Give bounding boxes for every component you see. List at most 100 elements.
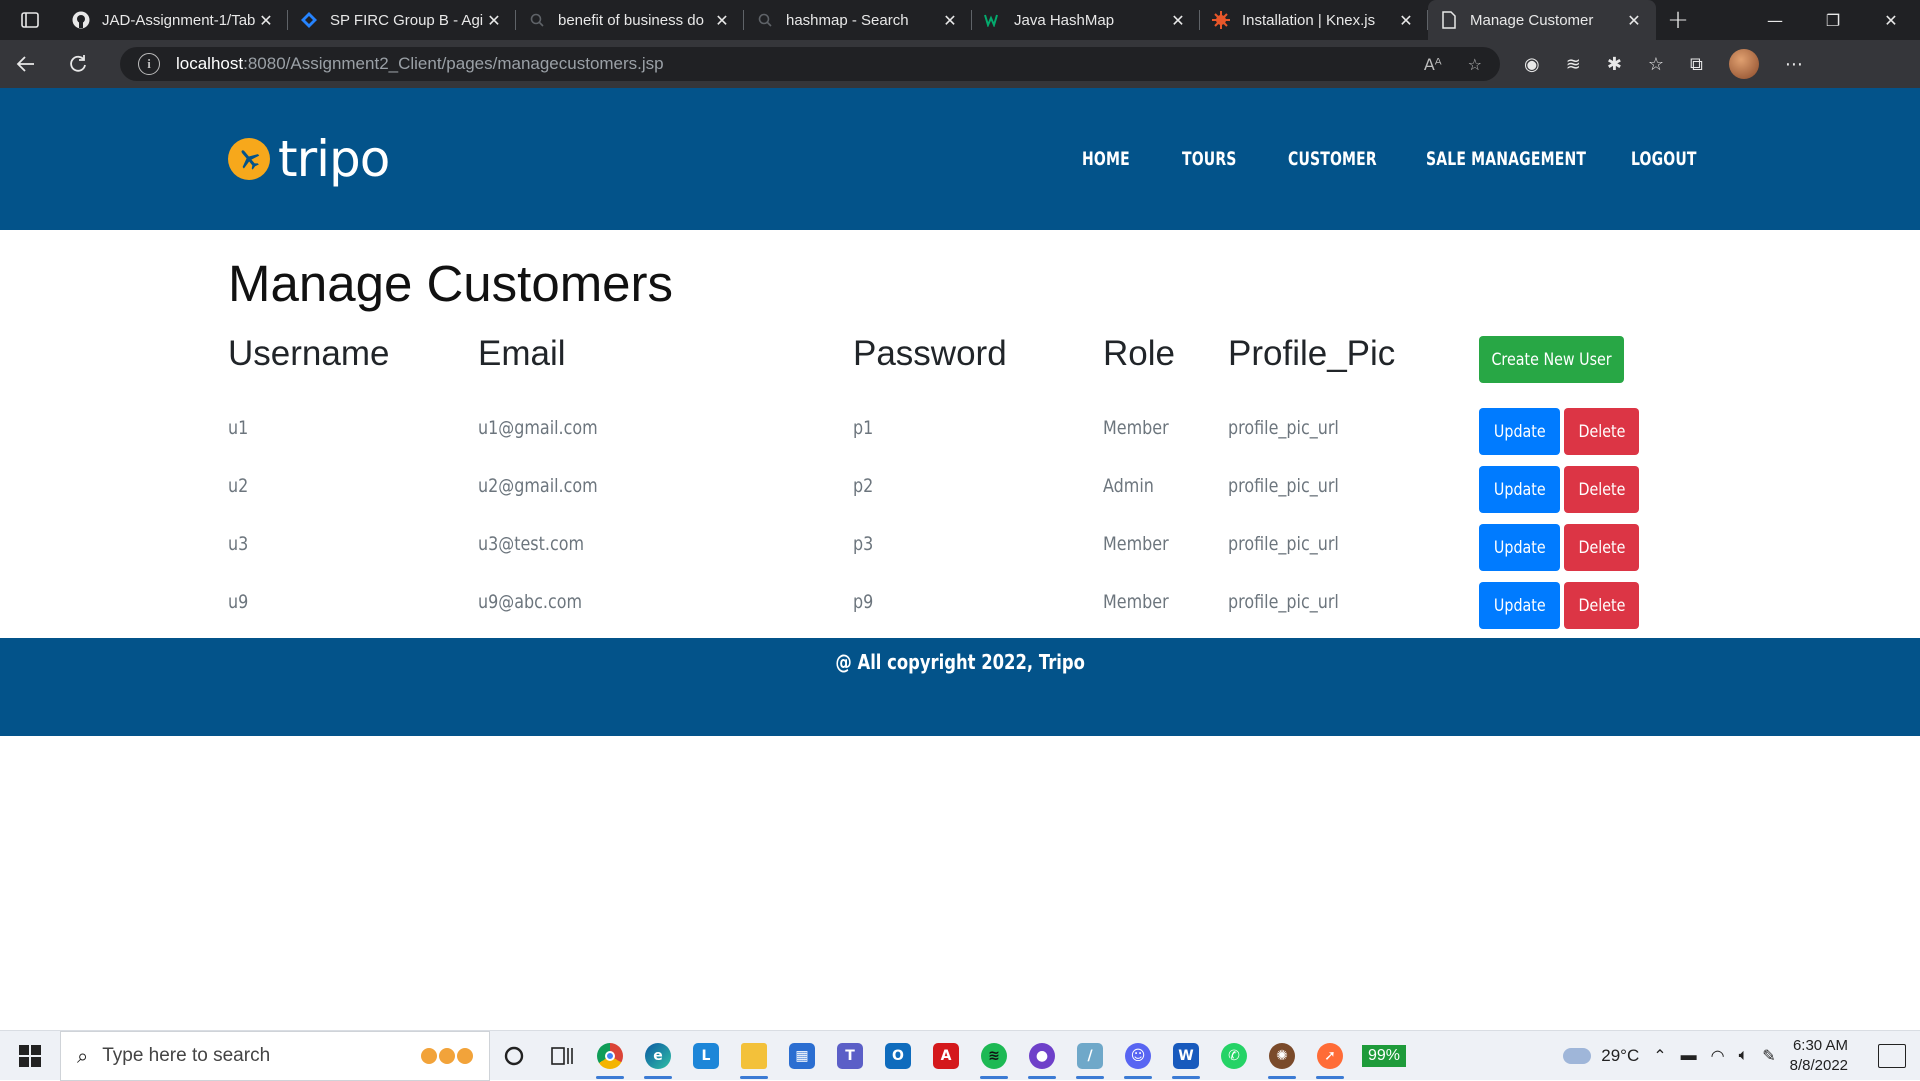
update-button[interactable]: Update [1479, 466, 1560, 513]
edge-icon[interactable]: e [634, 1031, 682, 1081]
windows-start-icon[interactable] [0, 1031, 60, 1081]
site-info-icon[interactable]: i [138, 53, 160, 75]
update-button[interactable]: Update [1479, 582, 1560, 629]
database-icon[interactable]: ≋ [1566, 54, 1581, 75]
update-button[interactable]: Update [1479, 408, 1560, 455]
url-path: :8080/Assignment2_Client/pages/managecus… [243, 54, 664, 73]
cloud-icon [1563, 1047, 1592, 1064]
system-tray: 29°C ⌃ ▬ ◠ 🔈︎ ✎ 6:30 AM 8/8/2022 [1563, 1036, 1920, 1076]
delete-button[interactable]: Delete [1564, 582, 1639, 629]
cell-role: Member [1103, 591, 1169, 613]
window-close-icon[interactable]: ✕ [1862, 0, 1920, 40]
delete-button[interactable]: Delete [1564, 524, 1639, 571]
extensions-icon[interactable]: ✱ [1607, 54, 1622, 75]
browser-tab[interactable]: Java HashMap ✕ [972, 0, 1200, 40]
close-icon[interactable]: ✕ [1624, 10, 1644, 30]
tab-title: hashmap - Search [786, 11, 909, 29]
close-icon[interactable]: ✕ [940, 10, 960, 30]
page-icon [1440, 11, 1458, 29]
outlook-icon[interactable]: O [874, 1031, 922, 1081]
browser-tab[interactable]: benefit of business do ✕ [516, 0, 744, 40]
more-menu-icon[interactable]: ⋯ [1785, 54, 1803, 75]
update-button[interactable]: Update [1479, 524, 1560, 571]
address-bar[interactable]: i localhost:8080/Assignment2_Client/page… [120, 47, 1500, 81]
cell-password: p3 [853, 533, 874, 555]
microsoft-store-icon[interactable]: ▦ [778, 1031, 826, 1081]
profile-avatar[interactable] [1728, 49, 1759, 79]
task-view-icon[interactable] [538, 1031, 586, 1081]
window-controls: — ❐ ✕ [1746, 0, 1920, 40]
close-icon[interactable]: ✕ [1396, 10, 1416, 30]
jira-icon [300, 11, 318, 29]
battery-icon[interactable]: ▬ [1681, 1047, 1697, 1065]
page-title: Manage Customers [228, 255, 674, 312]
search-placeholder: Type here to search [102, 1044, 271, 1066]
weather-widget[interactable]: 29°C [1563, 1046, 1639, 1066]
read-aloud-icon[interactable]: Aᴬ [1424, 55, 1442, 74]
bing-search-icon [756, 11, 774, 29]
update-label: Update [1493, 537, 1546, 558]
clock[interactable]: 6:30 AM 8/8/2022 [1790, 1036, 1848, 1076]
refresh-icon[interactable] [52, 40, 104, 88]
delete-label: Delete [1578, 421, 1625, 442]
browser-tab[interactable]: SP FIRC Group B - Agi ✕ [288, 0, 516, 40]
close-icon[interactable]: ✕ [484, 10, 504, 30]
browser-tab-bar: JAD-Assignment-1/Tab ✕ SP FIRC Group B -… [0, 0, 1920, 40]
restore-icon[interactable]: ❐ [1804, 0, 1862, 40]
nav-customer[interactable]: CUSTOMER [1288, 148, 1377, 170]
github-desktop-icon[interactable]: ● [1018, 1031, 1066, 1081]
nav-tours[interactable]: TOURS [1182, 148, 1237, 170]
nav-logout[interactable]: LOGOUT [1631, 148, 1697, 170]
delete-label: Delete [1578, 537, 1625, 558]
minimize-icon[interactable]: — [1746, 0, 1804, 40]
browser-tab[interactable]: Installation | Knex.js ✕ [1200, 0, 1428, 40]
column-header-username: Username [228, 334, 390, 373]
cell-role: Member [1103, 533, 1169, 555]
close-icon[interactable]: ✕ [712, 10, 732, 30]
cell-role: Member [1103, 417, 1169, 439]
cortana-icon[interactable] [490, 1031, 538, 1081]
acrobat-icon[interactable]: A [922, 1031, 970, 1081]
delete-button[interactable]: Delete [1564, 466, 1639, 513]
nav-home[interactable]: HOME [1082, 148, 1130, 170]
cell-profile-pic: profile_pic_url [1228, 533, 1339, 555]
extension-globe-icon[interactable]: ◉ [1524, 54, 1540, 75]
file-explorer-icon[interactable] [730, 1031, 778, 1081]
add-favorite-icon[interactable]: ☆ [1468, 55, 1482, 74]
notepad-icon[interactable]: / [1066, 1031, 1114, 1081]
collections-icon[interactable]: ⧉ [1690, 54, 1703, 75]
teams-icon[interactable]: T [826, 1031, 874, 1081]
whatsapp-icon[interactable]: ✆ [1210, 1031, 1258, 1081]
delete-button[interactable]: Delete [1564, 408, 1639, 455]
volume-icon[interactable]: 🔈︎ [1739, 1047, 1749, 1065]
cell-profile-pic: profile_pic_url [1228, 475, 1339, 497]
discord-icon[interactable]: ☺ [1114, 1031, 1162, 1081]
browser-tab[interactable]: JAD-Assignment-1/Tab ✕ [60, 0, 288, 40]
postman-icon[interactable]: ➚ [1306, 1031, 1354, 1081]
browser-tab-active[interactable]: Manage Customer ✕ [1428, 0, 1656, 40]
chrome-icon[interactable] [586, 1031, 634, 1081]
close-icon[interactable]: ✕ [1168, 10, 1188, 30]
favorites-icon[interactable]: ☆ [1648, 54, 1664, 75]
browser-extension-icon[interactable]: ✺ [1258, 1031, 1306, 1081]
notification-center-icon[interactable] [1878, 1043, 1906, 1068]
nav-sale-management[interactable]: SALE MANAGEMENT [1426, 148, 1586, 170]
close-icon[interactable]: ✕ [256, 10, 276, 30]
cell-email: u1@gmail.com [478, 417, 598, 439]
cell-password: p9 [853, 591, 874, 613]
word-icon[interactable]: W [1162, 1031, 1210, 1081]
taskbar-search-input[interactable]: ⌕ Type here to search [60, 1030, 490, 1081]
spotify-icon[interactable]: ≋ [970, 1031, 1018, 1081]
browser-tab[interactable]: hashmap - Search ✕ [744, 0, 972, 40]
update-label: Update [1493, 421, 1546, 442]
pen-icon[interactable]: ✎ [1762, 1046, 1775, 1066]
tab-title: JAD-Assignment-1/Tab [102, 11, 256, 29]
wifi-icon[interactable]: ◠ [1711, 1046, 1725, 1066]
clock-date: 8/8/2022 [1789, 1056, 1848, 1074]
chevron-up-icon[interactable]: ⌃ [1653, 1046, 1666, 1066]
new-tab-icon[interactable]: + [1656, 0, 1700, 40]
back-arrow-icon[interactable] [0, 40, 52, 88]
tab-actions-icon[interactable] [0, 0, 60, 40]
lens-app-icon[interactable]: L [682, 1031, 730, 1081]
create-new-user-button[interactable]: Create New User [1479, 336, 1624, 383]
